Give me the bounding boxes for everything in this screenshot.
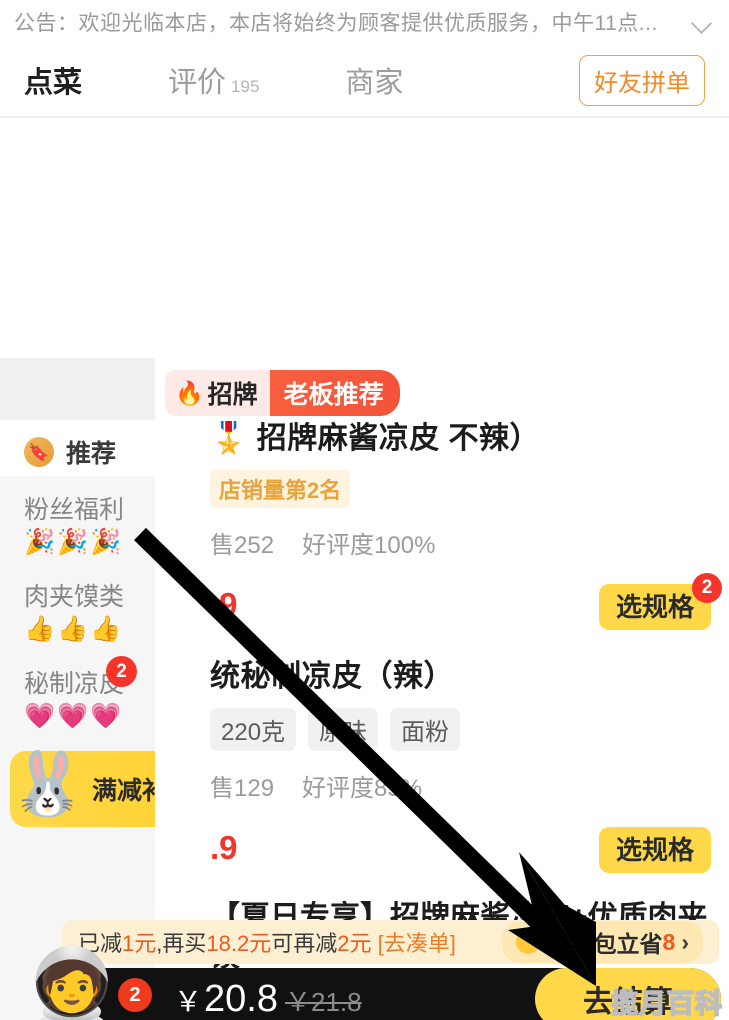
- product-item-2-meta: 售129 好评度85%: [210, 768, 711, 803]
- cart-price-value: 20.8: [204, 977, 278, 1020]
- product-item-2-attrs: 220克 原味 面粉: [210, 708, 711, 752]
- promo-add-more-link[interactable]: [去凑单]: [378, 931, 456, 956]
- rider-icon[interactable]: 🧑‍🚀: [16, 934, 128, 1020]
- signature-badge-left: 🔥 招牌: [165, 370, 270, 416]
- promo-amount-3: 2元: [337, 931, 372, 956]
- product-item-2-spec-wrap: 选规格: [598, 826, 711, 873]
- discount-promo-text: 已减1元,再买18.2元可再减2元 [去凑单]: [78, 926, 456, 958]
- product-item-2-sales: 售129: [210, 775, 275, 803]
- signature-badge-right-label: 老板推荐: [269, 370, 400, 416]
- sidebar-item-fans-benefit-label: 粉丝福利: [24, 496, 125, 524]
- tab-reviews-count: 195: [231, 77, 260, 96]
- cart-original-price: ￥21.8: [284, 986, 362, 1017]
- product-item-1-rating: 好评度100%: [302, 532, 436, 560]
- redpacket-label: 题红包立省: [547, 931, 663, 957]
- tab-bar: 点菜 评价 195 商家 好友拼单: [0, 44, 729, 121]
- discount-promo-bar[interactable]: 已减1元,再买18.2元可再减2元 [去凑单] 题红包立省 8 ›: [62, 920, 719, 964]
- tab-order-label: 点菜: [24, 67, 83, 99]
- announcement-text: 公告：欢迎光临本店，本店将始终为顾客提供优质服务，中午11点...: [14, 12, 658, 35]
- chevron-down-icon[interactable]: [689, 9, 715, 35]
- redpacket-button[interactable]: 题红包立省 8 ›: [501, 921, 703, 963]
- signature-badge-left-label: 招牌: [207, 381, 258, 409]
- sidebar-item-recommend[interactable]: 🔖 推荐: [0, 420, 155, 476]
- signature-badge: 🔥 招牌 老板推荐: [165, 370, 400, 416]
- product-item-1-meta: 售252 好评度100%: [210, 525, 711, 560]
- product-item-1-sales: 售252: [210, 532, 275, 560]
- redpacket-icon: [515, 930, 540, 954]
- product-item-1-price-row: .9 选规格 2: [210, 572, 722, 630]
- sidebar-item-fans-benefit[interactable]: 粉丝福利 🎉🎉🎉: [0, 476, 155, 563]
- bookmark-icon: 🔖: [24, 437, 54, 467]
- sidebar-item-liangpi[interactable]: 秘制凉皮 💗💗💗 2: [0, 650, 155, 737]
- bunny-icon: 🐰: [9, 750, 87, 819]
- sidebar-item-roujiamo-emoji: 👍👍👍: [24, 615, 124, 643]
- product-item-2[interactable]: 统秘制凉皮（辣） 220克 原味 面粉 售129 好评度85% .9 选规格: [155, 658, 729, 873]
- friend-group-order-button[interactable]: 好友拼单: [579, 54, 705, 106]
- product-item-2-price: .9: [210, 829, 238, 867]
- cart-total-price: ￥20.8 ￥21.8: [174, 978, 362, 1020]
- tab-merchant-label: 商家: [345, 67, 404, 99]
- product-item-2-attr-flavor: 原味: [308, 708, 379, 752]
- sidebar-item-roujiamo[interactable]: 肉夹馍类 👍👍👍: [0, 563, 155, 650]
- product-item-2-rating: 好评度85%: [302, 775, 423, 803]
- chevron-right-icon: ›: [681, 928, 689, 955]
- product-item-1-rank-badge: 店销量第2名: [210, 470, 351, 509]
- product-item-2-attr-weight: 220克: [210, 708, 297, 752]
- cart-item-count-badge: 2: [118, 978, 152, 1012]
- product-item-2-title: 统秘制凉皮（辣）: [210, 660, 454, 693]
- product-item-1-spec-badge: 2: [692, 572, 722, 603]
- sidebar-item-roujiamo-label: 肉夹馍类: [24, 583, 125, 611]
- tab-reviews[interactable]: 评价 195: [168, 59, 259, 101]
- sidebar-top-spacer: [0, 358, 155, 420]
- tab-reviews-label: 评价: [168, 67, 227, 99]
- product-item-1[interactable]: 🎖️ 招牌麻酱凉皮 不辣） 店销量第2名 售252 好评度100% .9 选规格…: [155, 420, 729, 630]
- promo-amount-2: 18.2元: [206, 931, 272, 956]
- sidebar-item-recommend-label: 推荐: [66, 440, 117, 468]
- product-item-1-title: 🎖️ 招牌麻酱凉皮 不辣）: [210, 422, 541, 455]
- promo-middle: ,再买: [156, 931, 207, 956]
- watermark: 揽月百科: [610, 988, 723, 1020]
- product-item-1-price: .9: [210, 586, 238, 624]
- product-item-1-spec-wrap: 选规格 2: [598, 572, 722, 630]
- tab-merchant[interactable]: 商家: [345, 59, 403, 101]
- tab-order[interactable]: 点菜: [24, 59, 83, 121]
- product-item-2-attr-material: 面粉: [390, 708, 461, 752]
- sidebar-item-fans-benefit-emoji: 🎉🎉🎉: [24, 528, 124, 556]
- sidebar-item-liangpi-emoji: 💗💗💗: [24, 702, 124, 730]
- announcement-bar[interactable]: 公告：欢迎光临本店，本店将始终为顾客提供优质服务，中午11点...: [0, 0, 729, 44]
- content-gap: [0, 118, 729, 358]
- sidebar-item-liangpi-badge: 2: [106, 656, 137, 687]
- redpacket-value: 8: [662, 928, 676, 955]
- product-item-2-price-row: .9 选规格: [210, 826, 711, 873]
- promo-middle-2: 可再减: [271, 931, 338, 956]
- app-root: 公告：欢迎光临本店，本店将始终为顾客提供优质服务，中午11点... 点菜 评价 …: [0, 0, 729, 1020]
- flame-icon: 🔥: [175, 379, 204, 406]
- cart-currency-symbol: ￥: [174, 985, 203, 1017]
- product-item-2-spec-button[interactable]: 选规格: [598, 826, 711, 873]
